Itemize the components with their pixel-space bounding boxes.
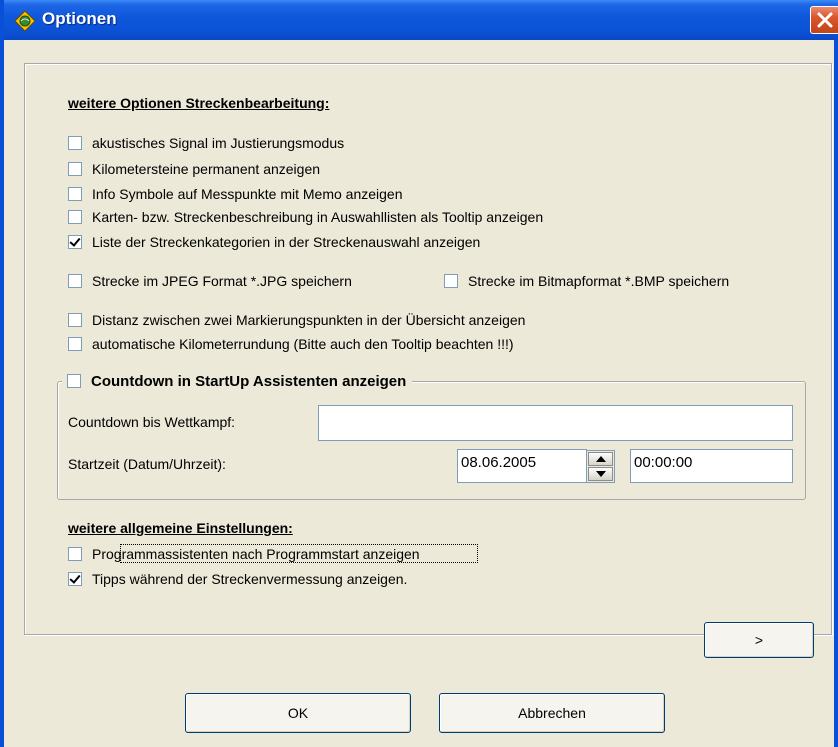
date-spinner[interactable] [586,450,615,483]
checkbox[interactable] [68,313,82,327]
next-page-button[interactable]: > [704,622,814,658]
option-info-symbols[interactable]: Info Symbole auf Messpunkte mit Memo anz… [68,185,403,203]
option-label: Karten- bzw. Streckenbeschreibung in Aus… [92,209,544,225]
spin-down-button[interactable] [588,467,613,481]
option-acoustic-signal[interactable]: akustisches Signal im Justierungsmodus [68,134,344,152]
option-tips[interactable]: Tipps während der Streckenvermessung anz… [68,570,407,588]
option-program-assistants[interactable]: Programmassistenten nach Programmstart a… [68,545,420,563]
start-date-input[interactable]: 08.06.2005 [457,449,587,483]
checkbox[interactable] [68,187,82,201]
arrow-up-icon [596,456,606,462]
checkbox[interactable] [68,547,82,561]
checkbox[interactable] [68,235,82,249]
globe-diamond-icon [14,10,36,32]
options-dialog: Optionen weitere Optionen Streckenbearbe… [0,0,838,747]
option-km-stones[interactable]: Kilometersteine permanent anzeigen [68,160,320,178]
checkbox[interactable] [68,572,82,586]
countdown-label: Countdown in StartUp Assistenten anzeige… [91,372,407,390]
checkbox[interactable] [68,274,82,288]
option-label: automatische Kilometerrundung (Bitte auc… [92,336,514,352]
option-distance[interactable]: Distanz zwischen zwei Markierungspunkten… [68,311,525,329]
countdown-toggle[interactable]: Countdown in StartUp Assistenten anzeige… [62,371,413,391]
option-label: Info Symbole auf Messpunkte mit Memo anz… [92,186,403,202]
option-category-list[interactable]: Liste der Streckenkategorien in der Stre… [68,233,480,251]
option-save-jpeg[interactable]: Strecke im JPEG Format *.JPG speichern [68,272,352,290]
track-options-heading: weitere Optionen Streckenbearbeitung: [68,95,330,111]
option-label: Tipps während der Streckenvermessung anz… [92,571,408,587]
countdown-until-label: Countdown bis Wettkampf: [68,414,236,430]
close-icon [817,12,833,28]
arrow-down-icon [596,471,606,477]
option-label: Liste der Streckenkategorien in der Stre… [92,234,481,250]
option-save-bmp[interactable]: Strecke im Bitmapformat *.BMP speichern [444,272,729,290]
option-label: Strecke im Bitmapformat *.BMP speichern [468,273,730,289]
checkbox[interactable] [68,337,82,351]
option-tooltip-description[interactable]: Karten- bzw. Streckenbeschreibung in Aus… [68,208,543,226]
title-bar[interactable]: Optionen [4,0,838,40]
close-button[interactable] [810,6,838,34]
checkbox[interactable] [67,374,81,388]
option-km-rounding[interactable]: automatische Kilometerrundung (Bitte auc… [68,335,514,353]
general-settings-heading: weitere allgemeine Einstellungen: [68,520,293,536]
option-label: Programmassistenten nach Programmstart a… [92,546,420,562]
checkbox[interactable] [68,136,82,150]
cancel-button[interactable]: Abbrechen [439,693,665,733]
window-title: Optionen [42,9,117,28]
checkbox[interactable] [68,162,82,176]
ok-button[interactable]: OK [185,693,411,733]
start-time-label: Startzeit (Datum/Uhrzeit): [68,456,226,472]
option-label: Distanz zwischen zwei Markierungspunkten… [92,312,526,328]
option-label: Kilometersteine permanent anzeigen [92,161,321,177]
checkbox[interactable] [68,210,82,224]
checkbox[interactable] [444,274,458,288]
countdown-until-input[interactable] [318,405,793,441]
spin-up-button[interactable] [588,452,613,466]
option-label: akustisches Signal im Justierungsmodus [92,135,345,151]
start-time-input[interactable]: 00:00:00 [630,449,793,483]
option-label: Strecke im JPEG Format *.JPG speichern [92,273,352,289]
